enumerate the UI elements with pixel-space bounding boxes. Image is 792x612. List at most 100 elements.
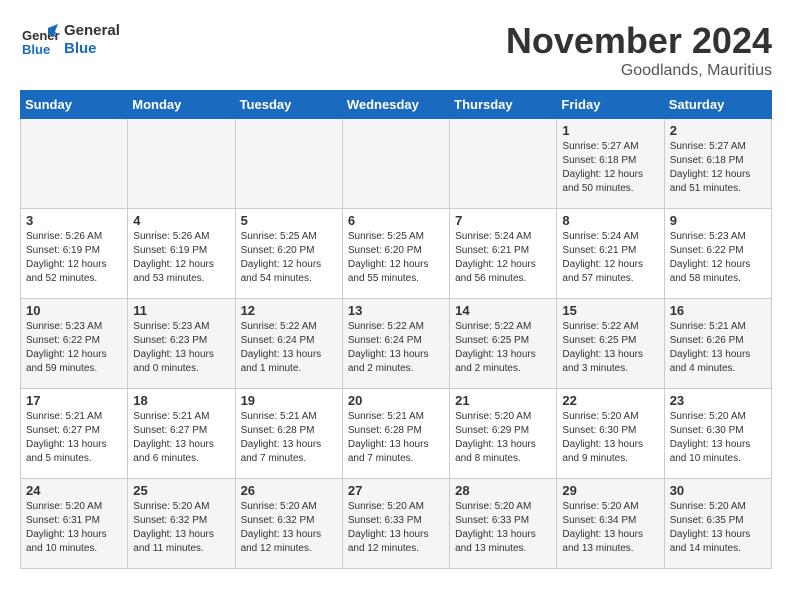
day-header-sunday: Sunday	[21, 91, 128, 119]
day-cell	[235, 119, 342, 209]
day-number: 13	[348, 303, 444, 318]
day-cell: 21Sunrise: 5:20 AM Sunset: 6:29 PM Dayli…	[450, 389, 557, 479]
week-row-3: 10 Sunrise: 5:23 AM Sunset: 6:22 PM Dayli…	[21, 299, 772, 389]
day-number: 2	[670, 123, 766, 138]
title-area: November 2024 Goodlands, Mauritius	[506, 20, 772, 80]
day-cell: 4 Sunrise: 5:26 AM Sunset: 6:19 PM Daylig…	[128, 209, 235, 299]
day-cell: 7 Sunrise: 5:24 AM Sunset: 6:21 PM Daylig…	[450, 209, 557, 299]
day-number: 30	[670, 483, 766, 498]
day-info: Sunrise: 5:20 AM Sunset: 6:29 PM Dayligh…	[455, 410, 551, 466]
day-info: Sunrise: 5:21 AM Sunset: 6:28 PM Dayligh…	[348, 410, 444, 466]
day-number: 7	[455, 213, 551, 228]
day-info: Sunrise: 5:20 AM Sunset: 6:32 PM Dayligh…	[241, 500, 337, 556]
day-number: 19	[241, 393, 337, 408]
day-info: Sunrise: 5:22 AM Sunset: 6:25 PM Dayligh…	[455, 320, 551, 376]
day-cell: 16Sunrise: 5:21 AM Sunset: 6:26 PM Dayli…	[664, 299, 771, 389]
day-cell	[342, 119, 449, 209]
week-row-5: 24 Sunrise: 5:20 AM Sunset: 6:31 PM Dayli…	[21, 479, 772, 569]
day-cell: 6 Sunrise: 5:25 AM Sunset: 6:20 PM Daylig…	[342, 209, 449, 299]
day-info: Sunrise: 5:27 AM Sunset: 6:18 PM Dayligh…	[562, 140, 658, 196]
day-info: Sunrise: 5:24 AM Sunset: 6:21 PM Dayligh…	[562, 230, 658, 286]
week-row-2: 3 Sunrise: 5:26 AM Sunset: 6:19 PM Daylig…	[21, 209, 772, 299]
day-cell: 11Sunrise: 5:23 AM Sunset: 6:23 PM Dayli…	[128, 299, 235, 389]
day-number: 11	[133, 303, 229, 318]
day-header-friday: Friday	[557, 91, 664, 119]
day-header-tuesday: Tuesday	[235, 91, 342, 119]
day-cell: 19 Sunrise: 5:21 AM Sunset: 6:28 PM Dayli…	[235, 389, 342, 479]
calendar-header-row: SundayMondayTuesdayWednesdayThursdayFrid…	[21, 91, 772, 119]
day-number: 28	[455, 483, 551, 498]
day-cell: 30 Sunrise: 5:20 AM Sunset: 6:35 PM Dayli…	[664, 479, 771, 569]
day-number: 24	[26, 483, 122, 498]
day-cell: 14 Sunrise: 5:22 AM Sunset: 6:25 PM Dayli…	[450, 299, 557, 389]
day-number: 20	[348, 393, 444, 408]
day-cell: 26 Sunrise: 5:20 AM Sunset: 6:32 PM Dayli…	[235, 479, 342, 569]
day-number: 1	[562, 123, 658, 138]
day-info: Sunrise: 5:20 AM Sunset: 6:34 PM Dayligh…	[562, 500, 658, 556]
day-info: Sunrise: 5:26 AM Sunset: 6:19 PM Dayligh…	[133, 230, 229, 286]
day-info: Sunrise: 5:23 AM Sunset: 6:22 PM Dayligh…	[26, 320, 122, 376]
day-number: 23	[670, 393, 766, 408]
day-cell: 5 Sunrise: 5:25 AM Sunset: 6:20 PM Daylig…	[235, 209, 342, 299]
day-info: Sunrise: 5:25 AM Sunset: 6:20 PM Dayligh…	[241, 230, 337, 286]
day-cell: 20 Sunrise: 5:21 AM Sunset: 6:28 PM Dayli…	[342, 389, 449, 479]
day-header-saturday: Saturday	[664, 91, 771, 119]
day-info: Sunrise: 5:25 AM Sunset: 6:20 PM Dayligh…	[348, 230, 444, 286]
day-info: Sunrise: 5:24 AM Sunset: 6:21 PM Dayligh…	[455, 230, 551, 286]
day-info: Sunrise: 5:22 AM Sunset: 6:24 PM Dayligh…	[348, 320, 444, 376]
logo-icon: General Blue	[20, 20, 60, 60]
day-info: Sunrise: 5:20 AM Sunset: 6:33 PM Dayligh…	[348, 500, 444, 556]
day-info: Sunrise: 5:20 AM Sunset: 6:33 PM Dayligh…	[455, 500, 551, 556]
day-cell: 3Sunrise: 5:26 AM Sunset: 6:19 PM Daylig…	[21, 209, 128, 299]
day-number: 18	[133, 393, 229, 408]
day-cell: 27 Sunrise: 5:20 AM Sunset: 6:33 PM Dayli…	[342, 479, 449, 569]
day-number: 6	[348, 213, 444, 228]
day-cell: 15 Sunrise: 5:22 AM Sunset: 6:25 PM Dayli…	[557, 299, 664, 389]
day-cell: 28 Sunrise: 5:20 AM Sunset: 6:33 PM Dayli…	[450, 479, 557, 569]
day-cell: 12Sunrise: 5:22 AM Sunset: 6:24 PM Dayli…	[235, 299, 342, 389]
calendar-table: SundayMondayTuesdayWednesdayThursdayFrid…	[20, 90, 772, 569]
day-number: 16	[670, 303, 766, 318]
day-cell: 18Sunrise: 5:21 AM Sunset: 6:27 PM Dayli…	[128, 389, 235, 479]
week-row-1: 1 Sunrise: 5:27 AM Sunset: 6:18 PM Daylig…	[21, 119, 772, 209]
day-number: 8	[562, 213, 658, 228]
week-row-4: 17 Sunrise: 5:21 AM Sunset: 6:27 PM Dayli…	[21, 389, 772, 479]
location-subtitle: Goodlands, Mauritius	[506, 62, 772, 80]
day-cell: 25Sunrise: 5:20 AM Sunset: 6:32 PM Dayli…	[128, 479, 235, 569]
day-info: Sunrise: 5:20 AM Sunset: 6:30 PM Dayligh…	[670, 410, 766, 466]
day-number: 14	[455, 303, 551, 318]
day-cell: 1 Sunrise: 5:27 AM Sunset: 6:18 PM Daylig…	[557, 119, 664, 209]
day-cell: 13 Sunrise: 5:22 AM Sunset: 6:24 PM Dayli…	[342, 299, 449, 389]
day-cell: 9Sunrise: 5:23 AM Sunset: 6:22 PM Daylig…	[664, 209, 771, 299]
day-number: 27	[348, 483, 444, 498]
day-info: Sunrise: 5:21 AM Sunset: 6:27 PM Dayligh…	[26, 410, 122, 466]
day-cell: 22Sunrise: 5:20 AM Sunset: 6:30 PM Dayli…	[557, 389, 664, 479]
day-info: Sunrise: 5:23 AM Sunset: 6:22 PM Dayligh…	[670, 230, 766, 286]
month-title: November 2024	[506, 20, 772, 62]
page-header: General Blue General Blue November 2024 …	[20, 20, 772, 80]
day-number: 17	[26, 393, 122, 408]
day-cell	[21, 119, 128, 209]
day-number: 3	[26, 213, 122, 228]
day-number: 10	[26, 303, 122, 318]
day-number: 25	[133, 483, 229, 498]
day-number: 26	[241, 483, 337, 498]
day-info: Sunrise: 5:20 AM Sunset: 6:31 PM Dayligh…	[26, 500, 122, 556]
day-cell: 17 Sunrise: 5:21 AM Sunset: 6:27 PM Dayli…	[21, 389, 128, 479]
day-info: Sunrise: 5:22 AM Sunset: 6:25 PM Dayligh…	[562, 320, 658, 376]
day-number: 12	[241, 303, 337, 318]
day-number: 15	[562, 303, 658, 318]
logo-line2: Blue	[64, 40, 120, 58]
day-cell: 8 Sunrise: 5:24 AM Sunset: 6:21 PM Daylig…	[557, 209, 664, 299]
day-cell: 10 Sunrise: 5:23 AM Sunset: 6:22 PM Dayli…	[21, 299, 128, 389]
logo: General Blue General Blue	[20, 20, 120, 60]
day-cell	[450, 119, 557, 209]
day-info: Sunrise: 5:20 AM Sunset: 6:35 PM Dayligh…	[670, 500, 766, 556]
day-number: 4	[133, 213, 229, 228]
day-cell: 29Sunrise: 5:20 AM Sunset: 6:34 PM Dayli…	[557, 479, 664, 569]
day-number: 5	[241, 213, 337, 228]
svg-text:Blue: Blue	[22, 42, 50, 57]
calendar-body: 1 Sunrise: 5:27 AM Sunset: 6:18 PM Daylig…	[21, 119, 772, 569]
day-info: Sunrise: 5:21 AM Sunset: 6:28 PM Dayligh…	[241, 410, 337, 466]
day-cell: 24 Sunrise: 5:20 AM Sunset: 6:31 PM Dayli…	[21, 479, 128, 569]
